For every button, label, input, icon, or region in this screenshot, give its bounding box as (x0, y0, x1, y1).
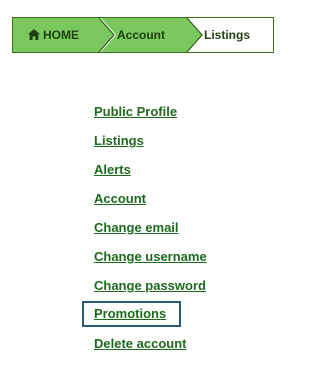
list-item: Listings (94, 129, 207, 158)
menu-link-public-profile[interactable]: Public Profile (94, 100, 177, 124)
menu-link-alerts[interactable]: Alerts (94, 158, 131, 182)
list-item: Promotions (81, 301, 207, 332)
menu-link-promotions[interactable]: Promotions (81, 301, 182, 327)
crumb-home-label: HOME (43, 28, 79, 42)
breadcrumb: HOME Account Listings (12, 17, 274, 53)
list-item: Public Profile (94, 100, 207, 129)
crumb-home[interactable]: HOME (28, 18, 79, 52)
crumb-listings: Listings (204, 28, 251, 42)
list-item: Delete account (94, 332, 207, 361)
account-menu: Public Profile Listings Alerts Account C… (81, 100, 207, 361)
list-item: Alerts (94, 158, 207, 187)
menu-link-delete-account[interactable]: Delete account (94, 332, 186, 356)
menu-link-change-password[interactable]: Change password (94, 274, 206, 298)
crumb-account[interactable]: Account (117, 18, 165, 52)
home-icon (28, 29, 40, 41)
menu-link-change-username[interactable]: Change username (94, 245, 207, 269)
list-item: Account (94, 187, 207, 216)
menu-link-change-email[interactable]: Change email (94, 216, 179, 240)
list-item: Change username (94, 245, 207, 274)
menu-link-account[interactable]: Account (94, 187, 146, 211)
list-item: Change email (94, 216, 207, 245)
list-item: Change password (94, 274, 207, 303)
menu-link-listings[interactable]: Listings (94, 129, 144, 153)
